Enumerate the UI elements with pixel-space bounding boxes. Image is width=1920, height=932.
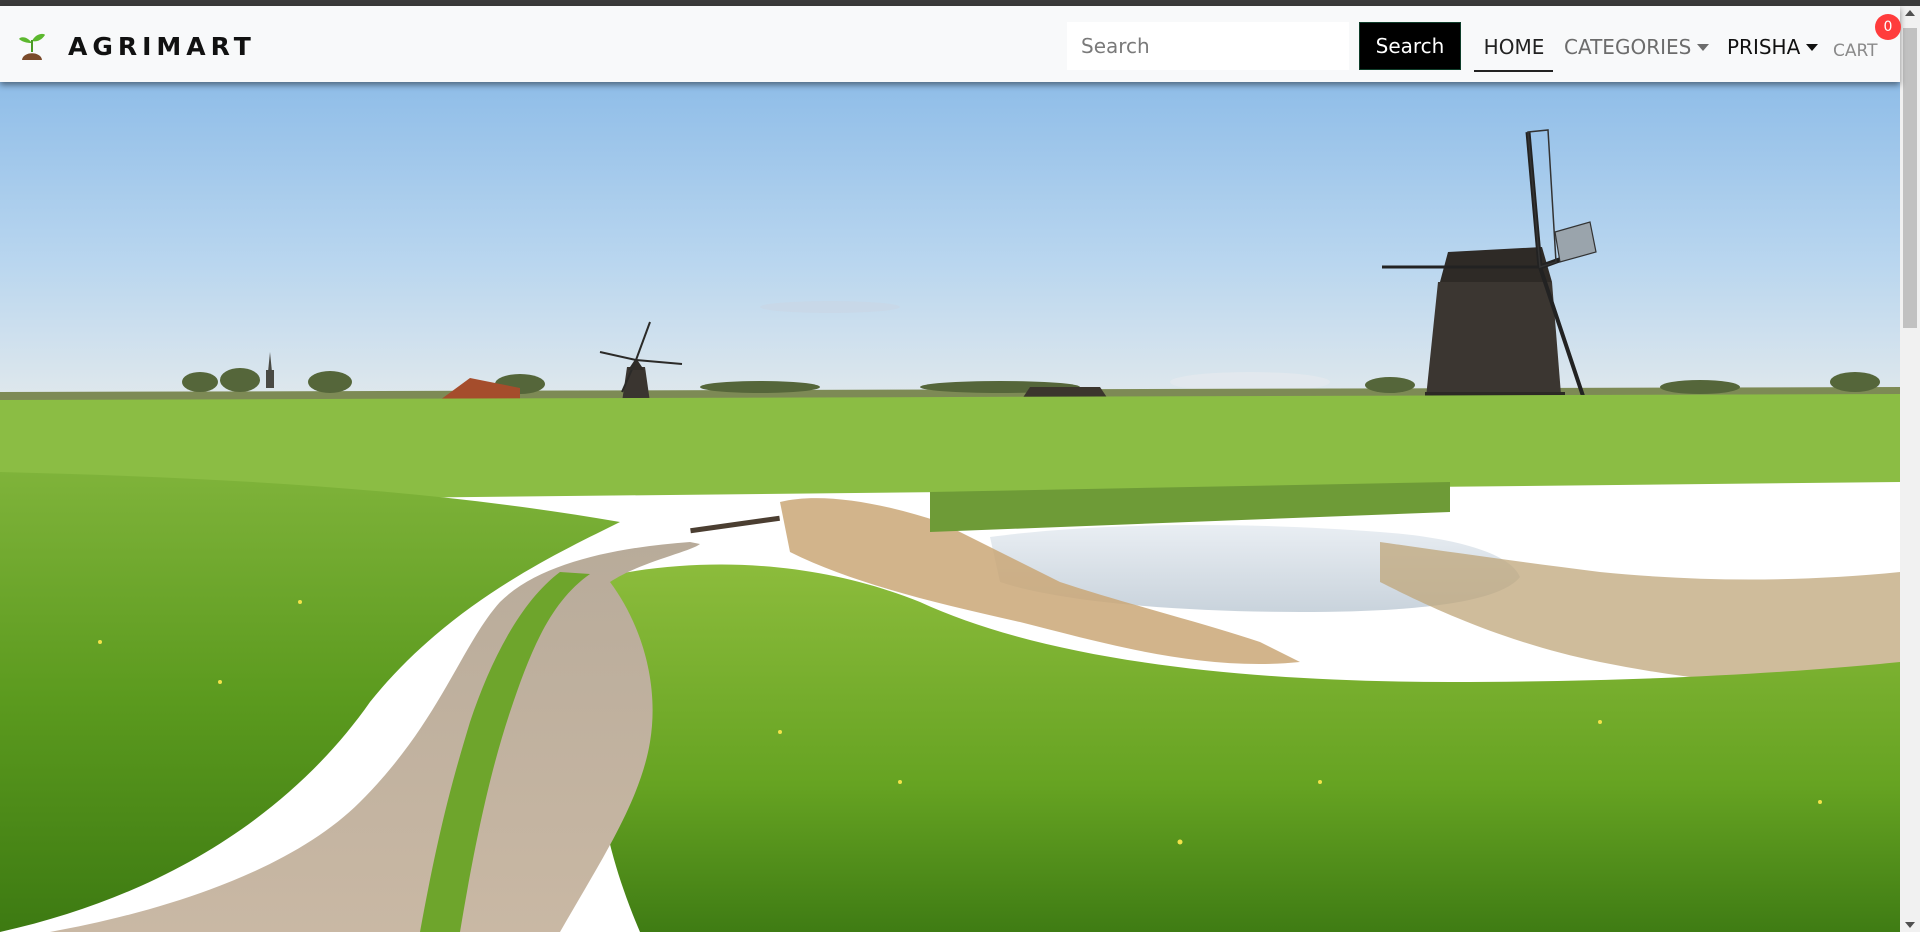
search-button[interactable]: Search	[1359, 22, 1461, 70]
scroll-down-arrow-icon[interactable]	[1905, 922, 1915, 928]
nav-home-link[interactable]: HOME	[1474, 30, 1554, 64]
hero-banner-image	[0, 82, 1900, 932]
scroll-up-arrow-icon[interactable]	[1905, 10, 1915, 16]
sprout-icon	[18, 31, 46, 61]
scrollbar-thumb[interactable]	[1903, 28, 1917, 328]
nav-categories-label: CATEGORIES	[1564, 35, 1692, 59]
vertical-scrollbar[interactable]	[1900, 6, 1920, 932]
active-link-underline	[1474, 70, 1553, 72]
nav-cart-link[interactable]: CART	[1833, 34, 1877, 68]
brand-logo[interactable]: AGRIMART	[18, 30, 256, 62]
nav-user-dropdown[interactable]: PRISHA	[1727, 30, 1819, 64]
cart-count-badge: 0	[1875, 14, 1901, 40]
nav-user-label: PRISHA	[1727, 35, 1801, 59]
caret-down-icon	[1697, 43, 1710, 51]
windmill-landscape-image	[0, 82, 1900, 932]
search-input[interactable]	[1067, 22, 1349, 70]
nav-categories-dropdown[interactable]: CATEGORIES	[1564, 30, 1710, 64]
caret-down-icon	[1806, 43, 1819, 51]
navbar: AGRIMART Search HOME CATEGORIES PRISHA C…	[0, 6, 1900, 82]
brand-name: AGRIMART	[68, 31, 256, 61]
